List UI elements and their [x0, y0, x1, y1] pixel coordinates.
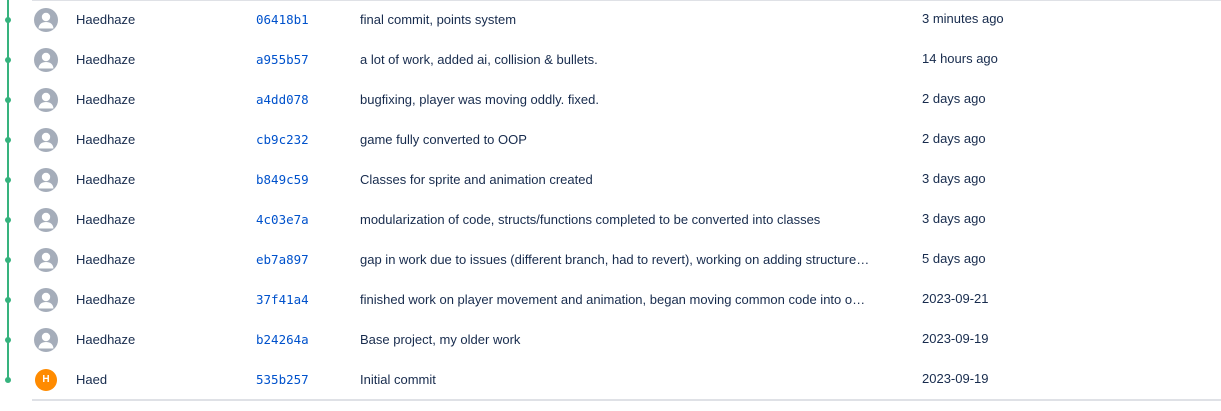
commit-date: 3 days ago — [922, 211, 986, 226]
commit-date: 5 days ago — [922, 251, 986, 266]
commit-row: Haedhaze b849c59 Classes for sprite and … — [0, 160, 1221, 200]
commit-message: game fully converted to OOP — [360, 132, 527, 147]
commit-author: Haedhaze — [76, 52, 136, 67]
commit-author: Haedhaze — [76, 332, 136, 347]
commit-hash-link[interactable]: cb9c232 — [256, 132, 309, 147]
commit-message: bugfixing, player was moving oddly. fixe… — [360, 92, 599, 107]
commit-message: gap in work due to issues (different bra… — [360, 252, 870, 267]
commit-hash-link[interactable]: eb7a897 — [256, 252, 309, 267]
commit-date: 14 hours ago — [922, 51, 998, 66]
commit-hash-link[interactable]: 535b257 — [256, 372, 309, 387]
commit-graph-dot — [5, 97, 11, 103]
commit-row: Haedhaze 4c03e7a modularization of code,… — [0, 200, 1221, 240]
commit-message: Base project, my older work — [360, 332, 521, 347]
commit-message: final commit, points system — [360, 12, 517, 27]
commit-hash-link[interactable]: a955b57 — [256, 52, 309, 67]
commit-graph-dot — [5, 337, 11, 343]
default-user-icon[interactable] — [34, 328, 58, 352]
commit-date: 2 days ago — [922, 131, 986, 146]
commit-graph-dot — [5, 137, 11, 143]
commit-hash-link[interactable]: b24264a — [256, 332, 309, 347]
commit-row: Haedhaze a955b57 a lot of work, added ai… — [0, 40, 1221, 80]
commit-author: Haedhaze — [76, 252, 136, 267]
commit-date: 2023-09-19 — [922, 371, 989, 386]
default-user-icon[interactable] — [34, 88, 58, 112]
commit-graph-dot — [5, 377, 11, 383]
commit-hash-link[interactable]: 4c03e7a — [256, 212, 309, 227]
default-user-icon[interactable] — [34, 288, 58, 312]
commit-author: Haedhaze — [76, 12, 136, 27]
divider — [32, 399, 1221, 401]
commit-row: Haedhaze a4dd078 bugfixing, player was m… — [0, 80, 1221, 120]
commit-message: modularization of code, structs/function… — [360, 212, 821, 227]
commit-graph-dot — [5, 257, 11, 263]
commit-author: Haedhaze — [76, 292, 136, 307]
commit-message: finished work on player movement and ani… — [360, 292, 866, 307]
commit-graph-dot — [5, 57, 11, 63]
commit-hash-link[interactable]: b849c59 — [256, 172, 309, 187]
default-user-icon[interactable] — [34, 208, 58, 232]
commit-date: 2 days ago — [922, 91, 986, 106]
commit-list: Haedhaze 06418b1 final commit, points sy… — [0, 0, 1221, 411]
default-user-icon[interactable] — [34, 168, 58, 192]
default-user-icon[interactable] — [34, 48, 58, 72]
commit-graph-dot — [5, 217, 11, 223]
commit-row: Haedhaze eb7a897 gap in work due to issu… — [0, 240, 1221, 280]
commit-hash-link[interactable]: 06418b1 — [256, 12, 309, 27]
commit-row: Haedhaze b24264a Base project, my older … — [0, 320, 1221, 360]
commit-hash-link[interactable]: 37f41a4 — [256, 292, 309, 307]
commit-row: Haedhaze 06418b1 final commit, points sy… — [0, 0, 1221, 40]
commit-author: Haedhaze — [76, 212, 136, 227]
commit-row: H Haed 535b257 Initial commit 2023-09-19 — [0, 360, 1221, 400]
default-user-icon[interactable] — [34, 248, 58, 272]
commit-date: 3 minutes ago — [922, 11, 1004, 26]
commit-date: 3 days ago — [922, 171, 986, 186]
commit-message: Classes for sprite and animation created — [360, 172, 593, 187]
commit-graph-dot — [5, 17, 11, 23]
default-user-icon[interactable] — [34, 8, 58, 32]
commit-author: Haed — [76, 372, 108, 387]
commit-author: Haedhaze — [76, 92, 136, 107]
commit-row: Haedhaze cb9c232 game fully converted to… — [0, 120, 1221, 160]
commit-row: Haedhaze 37f41a4 finished work on player… — [0, 280, 1221, 320]
commit-hash-link[interactable]: a4dd078 — [256, 92, 309, 107]
commit-graph-dot — [5, 297, 11, 303]
commit-date: 2023-09-19 — [922, 331, 989, 346]
default-user-icon[interactable] — [34, 128, 58, 152]
commit-author: Haedhaze — [76, 172, 136, 187]
commit-author: Haedhaze — [76, 132, 136, 147]
avatar[interactable]: H — [35, 369, 57, 391]
commit-message: a lot of work, added ai, collision & bul… — [360, 52, 598, 67]
commit-date: 2023-09-21 — [922, 291, 989, 306]
commit-graph-dot — [5, 177, 11, 183]
commit-message: Initial commit — [360, 372, 436, 387]
